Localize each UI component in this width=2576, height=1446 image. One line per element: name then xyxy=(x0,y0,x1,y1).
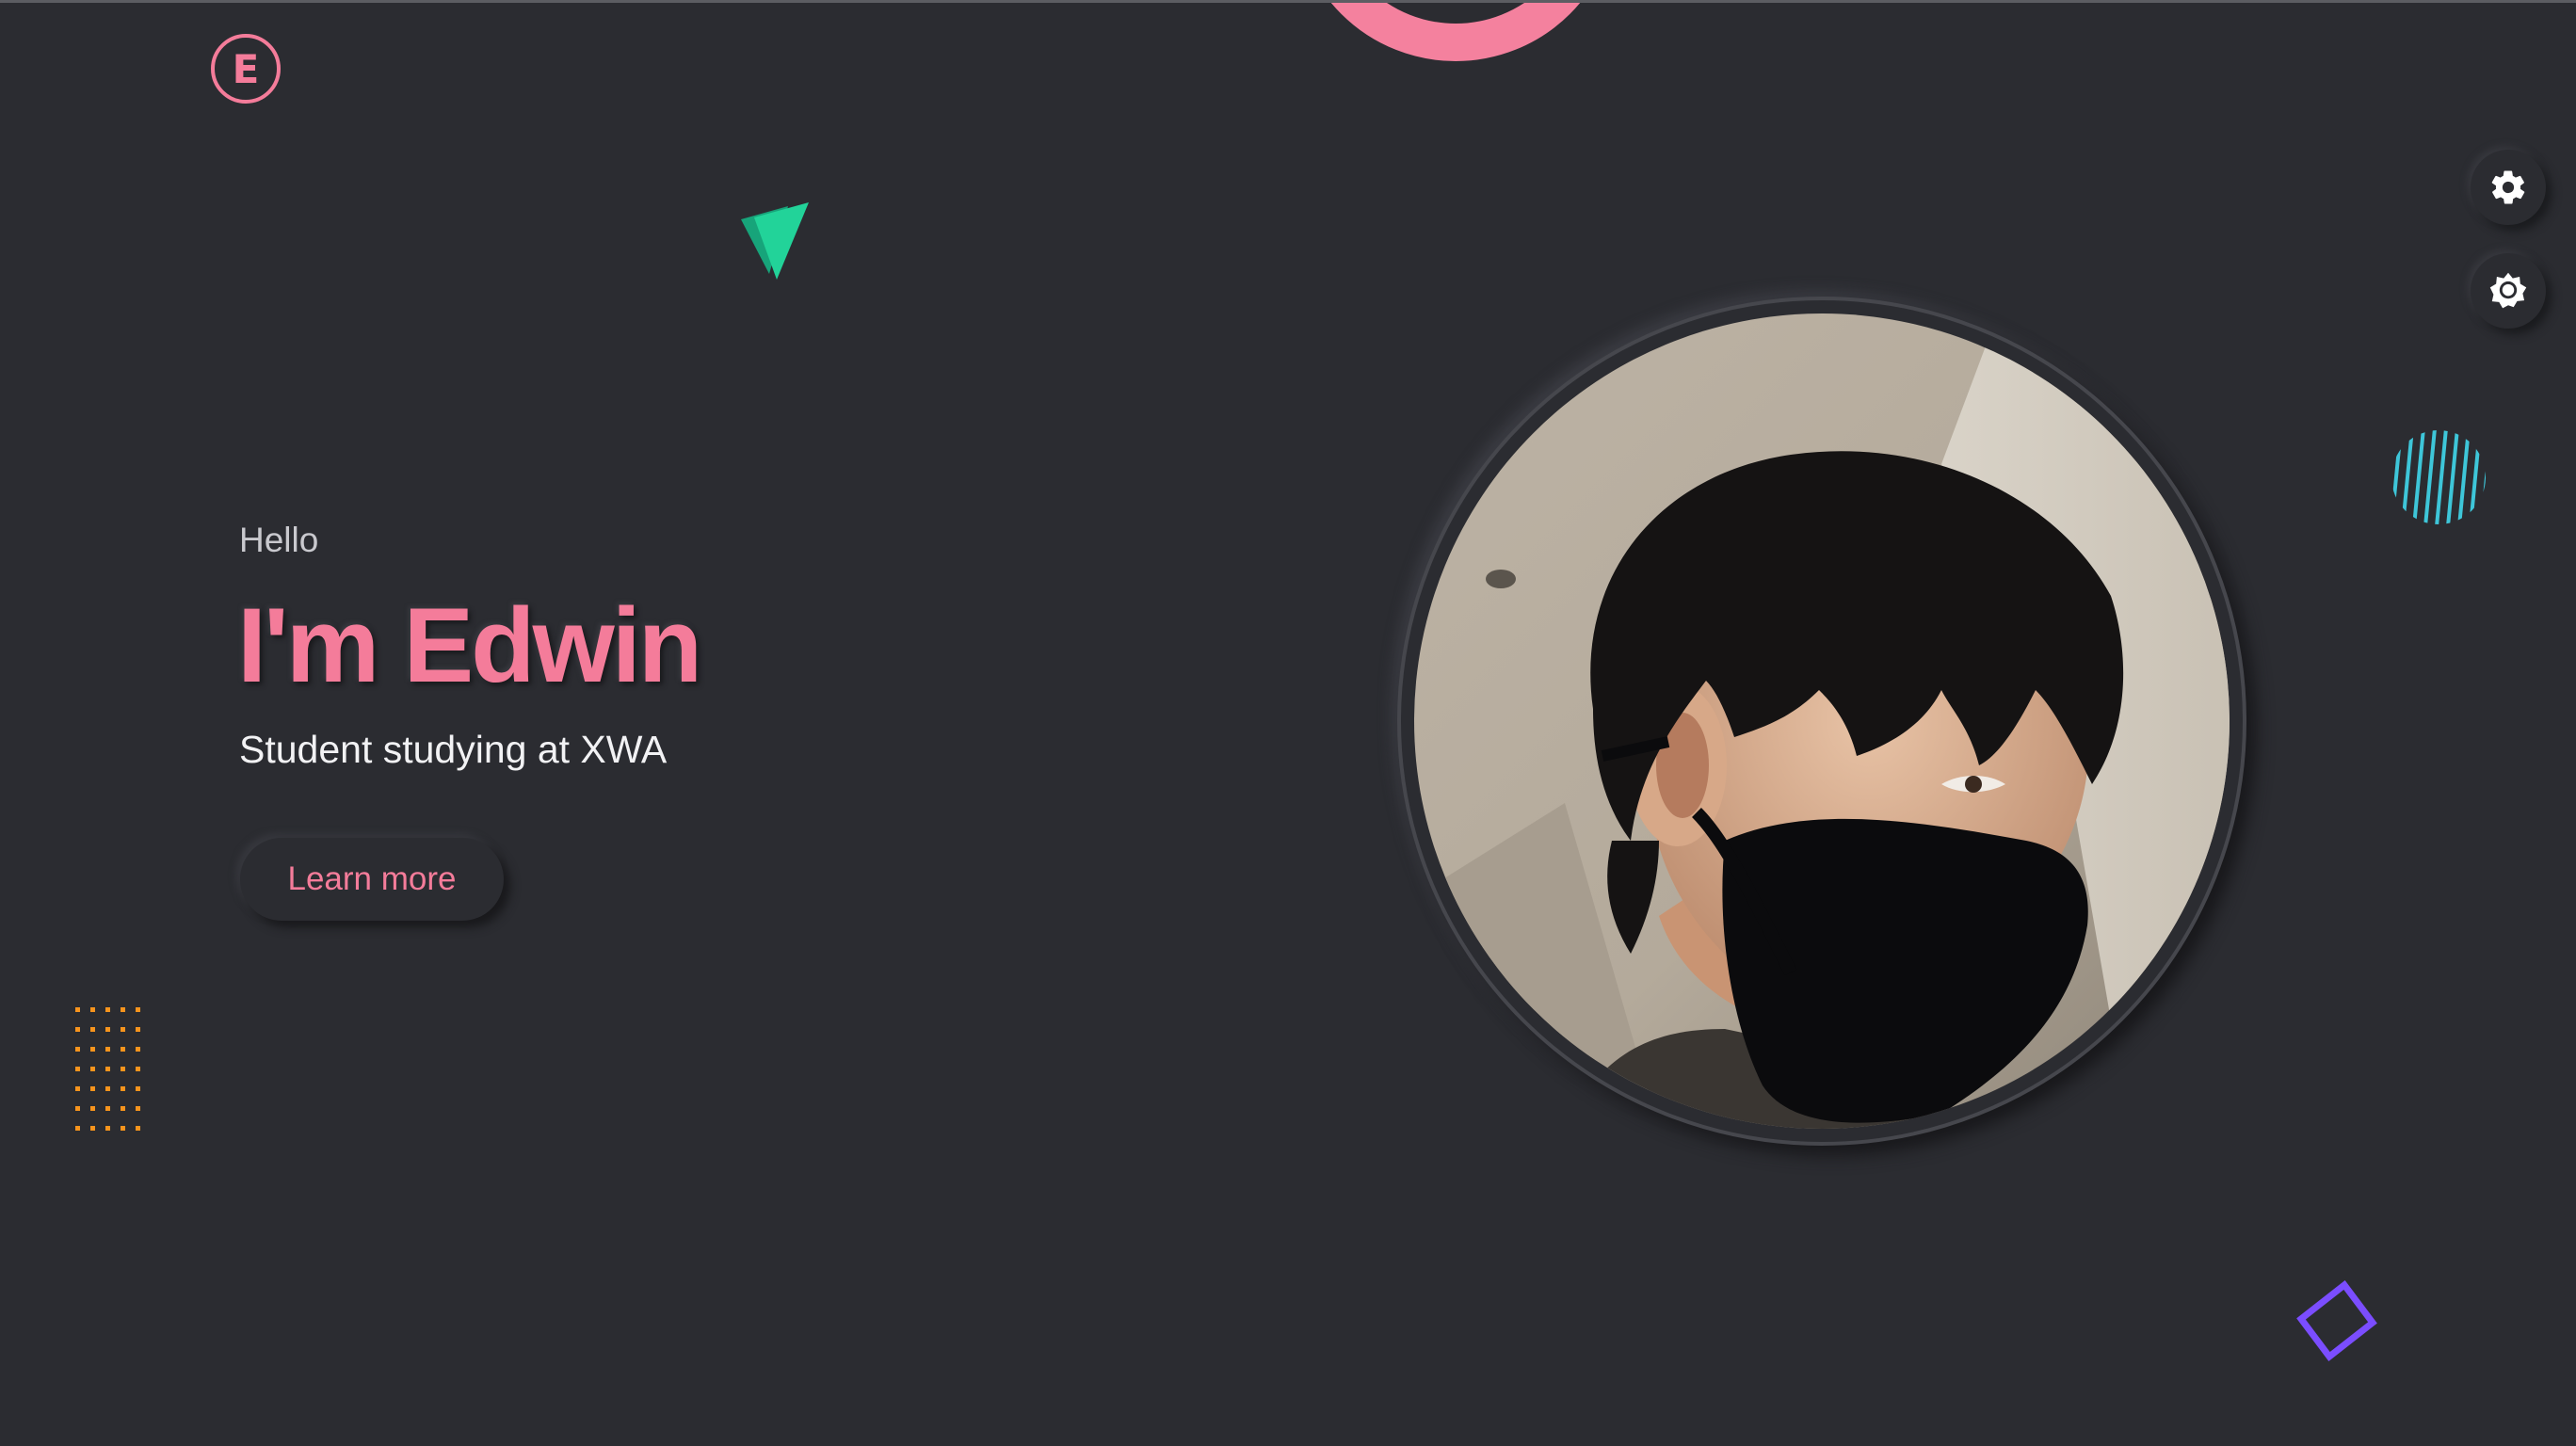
decorative-diamond xyxy=(2296,1280,2377,1361)
decorative-dot xyxy=(90,1007,95,1012)
decorative-stripe xyxy=(2423,430,2437,524)
theme-toggle-button[interactable] xyxy=(2471,253,2546,329)
decorative-dot xyxy=(105,1106,110,1111)
decorative-dot xyxy=(105,1086,110,1091)
decorative-dot xyxy=(105,1007,110,1012)
decorative-dot xyxy=(90,1106,95,1111)
decorative-dot xyxy=(105,1126,110,1131)
decorative-dot xyxy=(90,1027,95,1032)
gear-icon xyxy=(2491,170,2525,204)
decorative-dot xyxy=(136,1027,140,1032)
decorative-dot xyxy=(105,1027,110,1032)
decorative-dot xyxy=(136,1106,140,1111)
decorative-dot xyxy=(136,1047,140,1052)
logo-letter: E xyxy=(232,45,260,92)
decorative-dot xyxy=(75,1106,80,1111)
decorative-dot xyxy=(90,1126,95,1131)
decorative-dot xyxy=(121,1007,125,1012)
greeting: Hello xyxy=(239,521,319,559)
decorative-dot xyxy=(90,1086,95,1091)
person-photo xyxy=(1414,313,2230,1129)
decorative-stripe xyxy=(2446,430,2459,524)
decorative-dot xyxy=(136,1126,140,1131)
decorative-stripe xyxy=(2391,430,2403,524)
decorative-dot xyxy=(75,1047,80,1052)
decorative-stripe xyxy=(2412,430,2425,524)
decorative-dot xyxy=(75,1086,80,1091)
decorative-striped-circle xyxy=(2391,430,2486,524)
decorative-dot xyxy=(121,1086,125,1091)
decorative-stripe xyxy=(2480,430,2486,524)
decorative-dot xyxy=(121,1067,125,1071)
decorative-dot xyxy=(105,1047,110,1052)
decorative-dot xyxy=(136,1086,140,1091)
decorative-dot xyxy=(121,1106,125,1111)
decorative-dot xyxy=(75,1027,80,1032)
decorative-dot xyxy=(75,1067,80,1071)
hero-subtitle: Student studying at XWA xyxy=(239,728,668,771)
page: E Hello I'm Edwin Student studying at XW… xyxy=(0,0,2576,1446)
decorative-stripe xyxy=(2435,430,2448,524)
decorative-stripe xyxy=(2469,430,2482,524)
profile-photo xyxy=(1414,313,2230,1129)
decorative-dot xyxy=(90,1047,95,1052)
settings-button[interactable] xyxy=(2471,150,2546,225)
hero-title: I'm Edwin xyxy=(237,586,702,704)
decorative-dot xyxy=(105,1067,110,1071)
sun-icon xyxy=(2489,272,2527,309)
learn-more-button[interactable]: Learn more xyxy=(240,838,504,921)
decorative-dot xyxy=(90,1067,95,1071)
decorative-stripe xyxy=(2457,430,2471,524)
decorative-dot-grid xyxy=(75,1007,140,1131)
decorative-dot xyxy=(136,1067,140,1071)
logo[interactable]: E xyxy=(211,34,281,104)
decorative-dot xyxy=(121,1126,125,1131)
decorative-triangle xyxy=(741,202,809,280)
decorative-dot xyxy=(75,1007,80,1012)
decorative-dot xyxy=(75,1126,80,1131)
decorative-ring xyxy=(1294,3,1618,61)
decorative-dot xyxy=(136,1007,140,1012)
decorative-dot xyxy=(121,1027,125,1032)
decorative-stripe xyxy=(2401,430,2414,524)
decorative-dot xyxy=(121,1047,125,1052)
